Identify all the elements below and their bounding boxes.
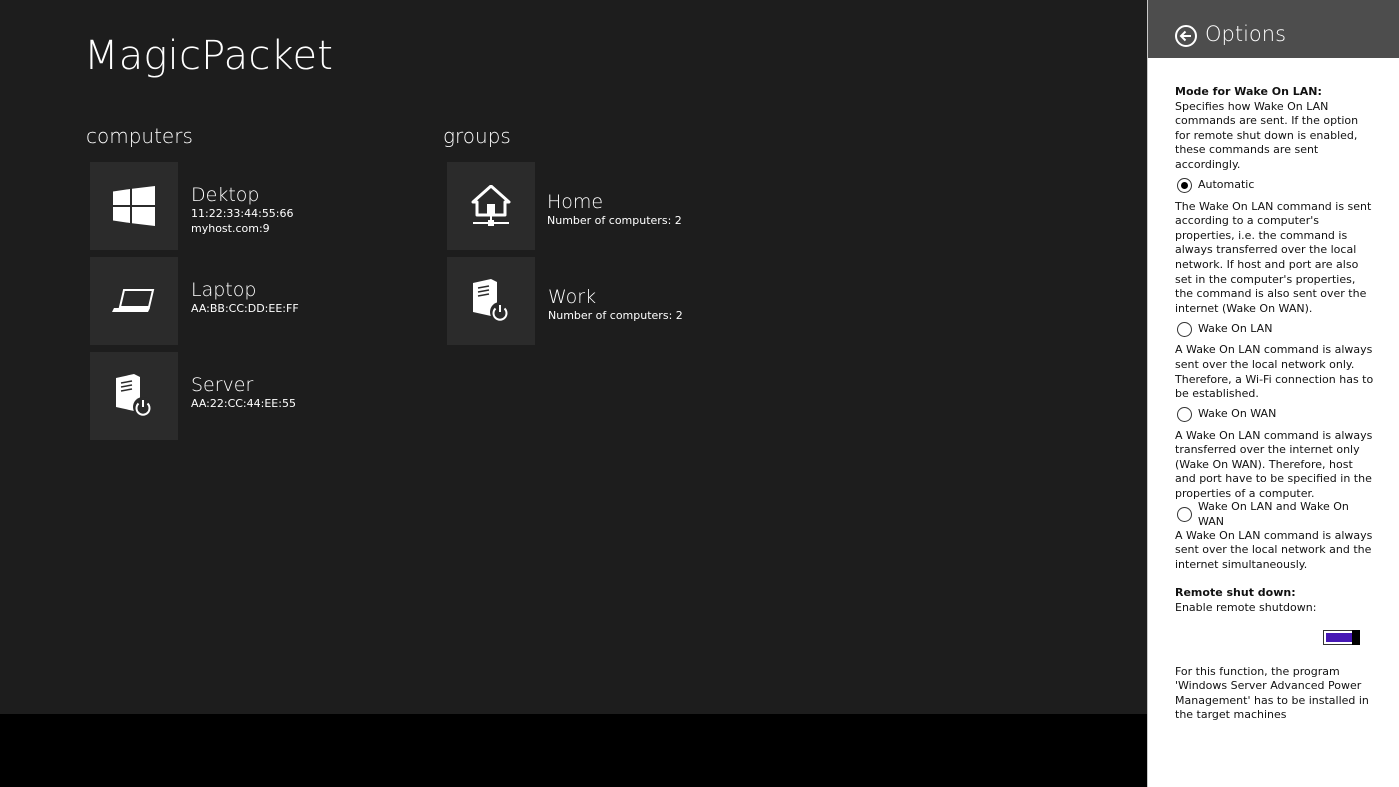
group-name: Home xyxy=(547,191,604,213)
radio-wake-on-wan[interactable]: Wake On WAN xyxy=(1177,405,1375,425)
bottom-app-bar xyxy=(0,714,1147,787)
computer-name: Server xyxy=(191,374,254,396)
mode-automatic-description: The Wake On LAN command is sent accordin… xyxy=(1175,199,1372,315)
group-tile-home[interactable] xyxy=(447,162,535,250)
computer-tile-laptop[interactable] xyxy=(90,257,178,345)
mode-heading: Mode for Wake On LAN: xyxy=(1175,85,1322,98)
computer-info-dektop[interactable]: Dektop 11:22:33:44:55:66 myhost.com:9 xyxy=(191,184,294,236)
computer-info-laptop[interactable]: Laptop AA:BB:CC:DD:EE:FF xyxy=(191,279,299,316)
group-tile-work[interactable] xyxy=(447,257,535,345)
options-header: Options xyxy=(1148,0,1399,58)
group-count: Number of computers: 2 xyxy=(548,309,683,322)
mode-wan-description: A Wake On LAN command is always transfer… xyxy=(1175,428,1373,501)
computer-host: myhost.com:9 xyxy=(191,222,270,235)
group-info-home[interactable]: Home Number of computers: 2 xyxy=(547,191,682,228)
computer-name: Laptop xyxy=(191,279,257,301)
radio-button[interactable] xyxy=(1177,178,1192,194)
laptop-icon xyxy=(112,289,155,312)
mode-description: Specifies how Wake On LAN commands are s… xyxy=(1175,99,1359,171)
computer-mac: AA:BB:CC:DD:EE:FF xyxy=(191,302,299,315)
shutdown-note: For this function, the program 'Windows … xyxy=(1175,664,1369,722)
radio-automatic[interactable]: Automatic xyxy=(1177,176,1375,196)
options-body: Mode for Wake On LAN: Specifies how Wake… xyxy=(1175,85,1375,723)
computers-section-title[interactable]: computers xyxy=(86,124,193,148)
radio-label[interactable]: Wake On LAN and Wake On WAN xyxy=(1198,500,1375,529)
computer-mac: 11:22:33:44:55:66 xyxy=(191,207,294,220)
radio-button[interactable] xyxy=(1177,407,1192,423)
mode-lan-wan-description: A Wake On LAN command is always sent ove… xyxy=(1175,528,1373,571)
radio-button[interactable] xyxy=(1177,507,1192,523)
back-arrow-icon xyxy=(1179,30,1191,42)
windows-logo-icon xyxy=(113,186,155,226)
toggle-fill xyxy=(1326,632,1352,642)
computer-tile-dektop[interactable] xyxy=(90,162,178,250)
computer-info-server[interactable]: Server AA:22:CC:44:EE:55 xyxy=(191,374,296,411)
group-name: Work xyxy=(548,286,597,308)
main-app-area: MagicPacket computers Dektop 11:22:33:44… xyxy=(0,0,1147,714)
radio-wake-on-lan[interactable]: Wake On LAN xyxy=(1177,319,1375,339)
computer-tile-server[interactable] xyxy=(90,352,178,440)
radio-label[interactable]: Automatic xyxy=(1198,178,1254,193)
back-button[interactable] xyxy=(1175,25,1197,47)
toggle-knob[interactable] xyxy=(1352,629,1360,645)
radio-label[interactable]: Wake On WAN xyxy=(1198,407,1276,422)
groups-section-title[interactable]: groups xyxy=(443,124,511,148)
options-flyout: Options Mode for Wake On LAN: Specifies … xyxy=(1147,0,1399,787)
group-count: Number of computers: 2 xyxy=(547,214,682,227)
home-network-icon xyxy=(471,185,511,226)
radio-lan-and-wan[interactable]: Wake On LAN and Wake On WAN xyxy=(1177,500,1375,528)
group-info-work[interactable]: Work Number of computers: 2 xyxy=(548,286,683,323)
radio-button[interactable] xyxy=(1177,321,1192,337)
options-title: Options xyxy=(1205,22,1287,46)
computer-name: Dektop xyxy=(191,184,260,206)
shutdown-label: Enable remote shutdown: xyxy=(1175,601,1317,615)
computer-mac: AA:22:CC:44:EE:55 xyxy=(191,397,296,410)
app-title: MagicPacket xyxy=(84,33,334,79)
remote-shutdown-toggle[interactable] xyxy=(1323,629,1360,645)
shutdown-heading: Remote shut down: xyxy=(1175,586,1296,600)
mode-lan-description: A Wake On LAN command is always sent ove… xyxy=(1175,343,1374,401)
radio-label[interactable]: Wake On LAN xyxy=(1198,322,1272,337)
server-power-icon xyxy=(116,374,153,417)
server-power-icon xyxy=(473,279,510,322)
